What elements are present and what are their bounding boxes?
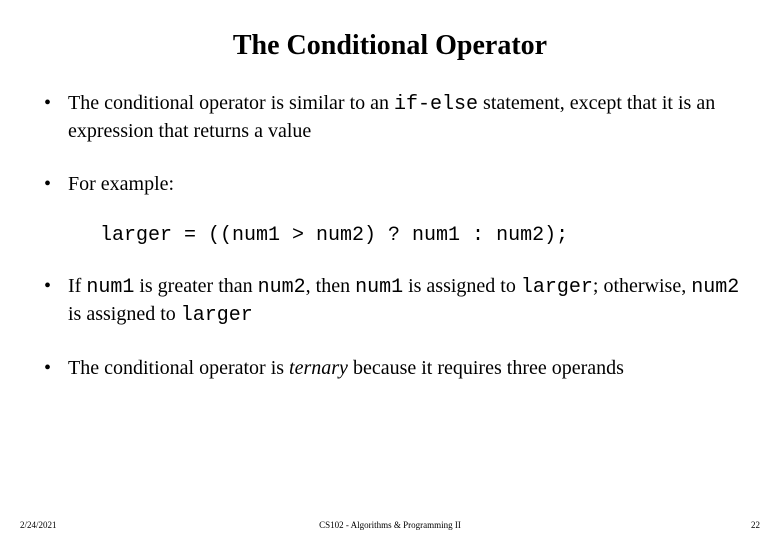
inline-code: num2: [691, 276, 739, 299]
bullet-text: ; otherwise,: [593, 275, 691, 297]
slide: The Conditional Operator The conditional…: [0, 0, 780, 540]
bullet-list: If num1 is greater than num2, then num1 …: [32, 273, 748, 382]
footer-page-number: 22: [751, 520, 760, 530]
bullet-text: is assigned to: [403, 275, 521, 297]
bullet-text: If: [68, 275, 86, 297]
bullet-item: If num1 is greater than num2, then num1 …: [40, 273, 748, 329]
bullet-text: The conditional operator is: [68, 357, 289, 379]
inline-code: num1: [86, 276, 134, 299]
bullet-text: is greater than: [134, 275, 257, 297]
bullet-text: , then: [306, 275, 355, 297]
bullet-text: because it requires three operands: [348, 357, 624, 379]
footer-course: CS102 - Algorithms & Programming II: [0, 520, 780, 530]
inline-code: if-else: [394, 93, 478, 116]
inline-code: larger: [181, 304, 253, 327]
italic-text: ternary: [289, 357, 348, 379]
bullet-text: is assigned to: [68, 303, 181, 325]
inline-code: num2: [258, 276, 306, 299]
bullet-text: For example:: [68, 173, 174, 195]
code-example: larger = ((num1 > num2) ? num1 : num2);: [100, 224, 748, 247]
bullet-text: The conditional operator is similar to a…: [68, 92, 394, 114]
bullet-item: For example:: [40, 171, 748, 198]
inline-code: larger: [521, 276, 593, 299]
bullet-list: The conditional operator is similar to a…: [32, 90, 748, 198]
bullet-item: The conditional operator is similar to a…: [40, 90, 748, 145]
slide-title: The Conditional Operator: [32, 30, 748, 62]
bullet-item: The conditional operator is ternary beca…: [40, 355, 748, 382]
inline-code: num1: [355, 276, 403, 299]
